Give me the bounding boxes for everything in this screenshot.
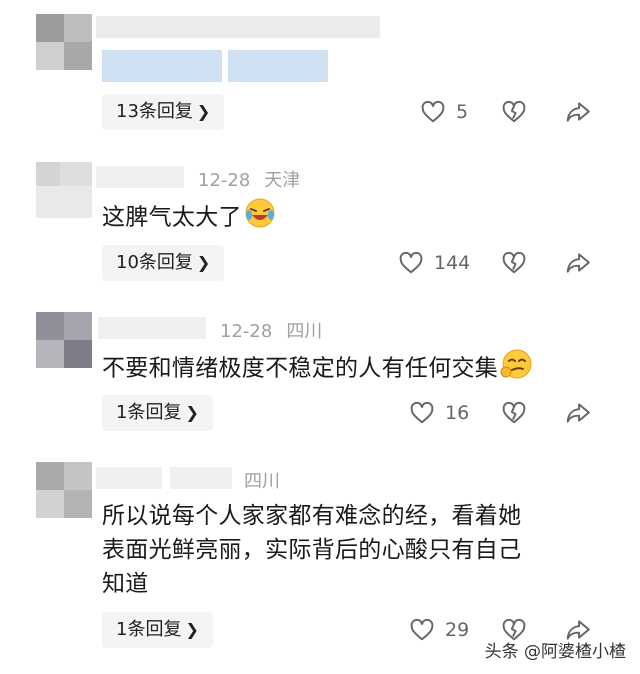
content-blurred — [228, 50, 328, 82]
comment-date: 12-28 — [220, 321, 273, 342]
username-blurred[interactable] — [96, 467, 162, 489]
like-button[interactable]: 16 — [409, 400, 469, 426]
view-replies-button[interactable]: 1条回复 ❯ — [102, 612, 213, 648]
like-count: 16 — [445, 402, 470, 424]
comment-meta: 四川 — [244, 467, 294, 493]
comment-text: 所以说每个人家家都有难念的经，看着她 表面光鲜亮丽，实际背后的心酸只有自己 知道 — [102, 503, 522, 597]
share-button[interactable] — [565, 250, 591, 276]
chevron-right-icon: ❯ — [185, 620, 199, 639]
laughing-crying-emoji-icon — [244, 197, 276, 239]
avatar[interactable] — [36, 462, 92, 518]
like-button[interactable]: 29 — [409, 617, 469, 643]
reply-count-label: 1条回复 — [116, 402, 182, 423]
broken-heart-icon — [502, 251, 526, 274]
reply-count-label: 10条回复 — [116, 252, 193, 273]
chevron-right-icon: ❯ — [196, 253, 211, 272]
share-arrow-icon — [566, 253, 590, 273]
view-replies-button[interactable]: 13条回复 ❯ — [102, 94, 225, 130]
heart-outline-icon — [399, 251, 423, 274]
like-count: 5 — [456, 101, 469, 123]
dislike-button[interactable] — [501, 400, 527, 426]
view-replies-button[interactable]: 10条回复 ❯ — [102, 245, 225, 281]
broken-heart-icon — [502, 100, 526, 123]
content-blurred — [102, 50, 222, 82]
heart-outline-icon — [410, 401, 434, 424]
avatar[interactable] — [36, 312, 92, 368]
comment-date: 12-28 — [198, 170, 251, 191]
username-blurred[interactable] — [98, 317, 206, 339]
chevron-right-icon: ❯ — [185, 403, 199, 422]
comment-location: 四川 — [286, 321, 323, 342]
share-button[interactable] — [565, 99, 591, 125]
comment-meta: 12-28 四川 — [220, 317, 336, 343]
comment-location: 天津 — [264, 170, 301, 191]
share-button[interactable] — [565, 400, 591, 426]
chevron-right-icon: ❯ — [196, 102, 211, 121]
comment-meta: 12-28 天津 — [198, 166, 314, 192]
heart-outline-icon — [410, 618, 434, 641]
thinking-sly-emoji-icon — [500, 348, 534, 390]
username-blurred[interactable] — [96, 166, 184, 188]
heart-outline-icon — [421, 100, 445, 123]
avatar[interactable] — [36, 14, 92, 70]
like-count: 29 — [445, 619, 470, 641]
view-replies-button[interactable]: 1条回复 ❯ — [102, 395, 213, 431]
comment-text: 这脾气太大了 — [102, 197, 276, 239]
reply-count-label: 13条回复 — [116, 101, 193, 122]
dislike-button[interactable] — [501, 99, 527, 125]
comment-location: 四川 — [244, 471, 280, 492]
username-blurred — [170, 467, 232, 489]
like-count: 144 — [434, 252, 471, 274]
broken-heart-icon — [502, 401, 526, 424]
comment-text: 不要和情绪极度不稳定的人有任何交集 — [102, 348, 534, 390]
like-button[interactable]: 5 — [420, 99, 468, 125]
username-blurred[interactable] — [96, 16, 380, 38]
like-button[interactable]: 144 — [398, 250, 470, 276]
reply-count-label: 1条回复 — [116, 619, 182, 640]
share-arrow-icon — [566, 102, 590, 122]
avatar[interactable] — [36, 162, 92, 218]
share-arrow-icon — [566, 403, 590, 423]
dislike-button[interactable] — [501, 250, 527, 276]
watermark: 头条 @阿婆楂小楂 — [484, 642, 626, 662]
